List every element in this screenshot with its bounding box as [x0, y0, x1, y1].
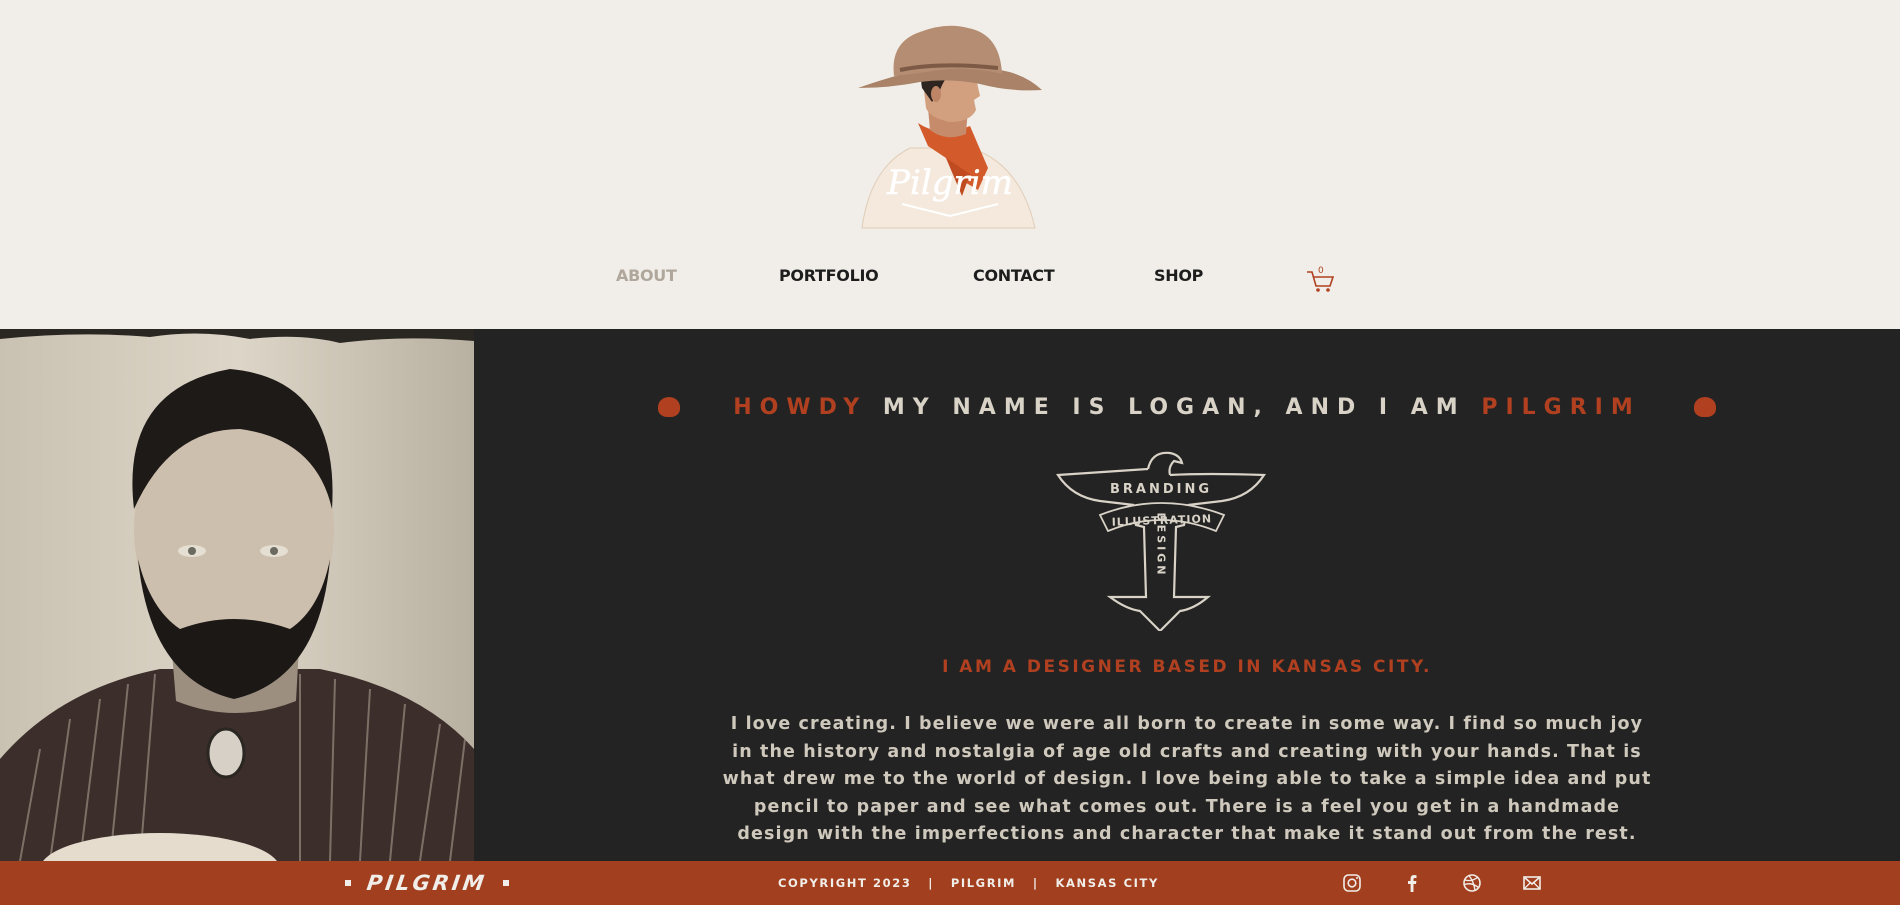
- mail-icon[interactable]: [1521, 872, 1543, 894]
- cart-button[interactable]: 0: [1306, 266, 1336, 294]
- nav-about[interactable]: ABOUT: [616, 266, 677, 285]
- site-header: Pilgrim ABOUT PORTFOLIO CONTACT SHOP 0: [0, 0, 1900, 329]
- heading-pilgrim: PILGRIM: [1481, 395, 1641, 420]
- site-footer: PILGRIM COPYRIGHT 2023 | PILGRIM | KANSA…: [0, 861, 1900, 905]
- instagram-icon[interactable]: [1341, 872, 1363, 894]
- facebook-icon[interactable]: [1401, 872, 1423, 894]
- about-heading: HOWDY MY NAME IS LOGAN, AND I AM PILGRIM: [474, 395, 1900, 420]
- emblem-branding: BRANDING: [1110, 482, 1212, 497]
- emblem-design: DESIGN: [1155, 513, 1168, 578]
- nav-contact[interactable]: CONTACT: [973, 266, 1055, 285]
- heading-howdy: HOWDY: [733, 395, 868, 420]
- portrait-photo: [0, 329, 474, 861]
- thunderbird-emblem: BRANDING ILLUSTRATION DESIGN: [1056, 451, 1266, 631]
- dribbble-icon[interactable]: [1461, 872, 1483, 894]
- footer-square-left: [345, 880, 351, 886]
- footer-brand-name: PILGRIM: [365, 871, 489, 895]
- about-subheading: I AM A DESIGNER BASED IN KANSAS CITY.: [942, 657, 1432, 677]
- pilgrim-cowboy-logo[interactable]: Pilgrim: [850, 18, 1050, 230]
- heading-middle: MY NAME IS LOGAN, AND I AM: [882, 395, 1466, 420]
- nav-shop[interactable]: SHOP: [1154, 266, 1203, 285]
- cart-count: 0: [1318, 266, 1324, 276]
- footer-copyright: COPYRIGHT 2023 | PILGRIM | KANSAS CITY: [778, 876, 1159, 890]
- footer-brand[interactable]: PILGRIM: [345, 871, 509, 895]
- logo-script-text: Pilgrim: [886, 163, 1013, 203]
- about-body: I love creating. I believe we were all b…: [722, 714, 1652, 844]
- nav-portfolio[interactable]: PORTFOLIO: [779, 266, 879, 285]
- footer-square-right: [502, 880, 509, 886]
- main-nav: ABOUT PORTFOLIO CONTACT SHOP: [0, 266, 1900, 296]
- about-section: HOWDY MY NAME IS LOGAN, AND I AM PILGRIM…: [474, 329, 1900, 861]
